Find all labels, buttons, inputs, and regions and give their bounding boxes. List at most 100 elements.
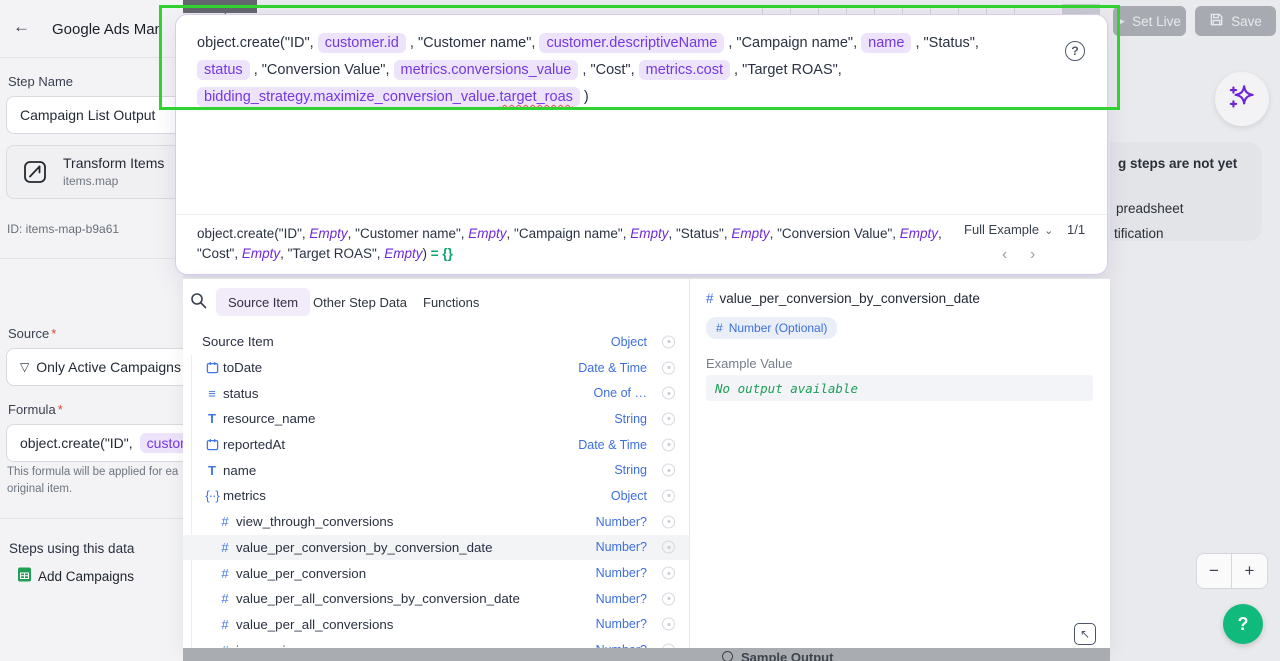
info-icon[interactable] bbox=[662, 412, 675, 425]
tree-row-impressions[interactable]: #impressionsNumber? bbox=[183, 637, 689, 648]
chevron-down-icon: ⌄ bbox=[1044, 225, 1053, 237]
hash-icon: # bbox=[217, 540, 233, 555]
expand-button[interactable]: ↖ bbox=[1074, 623, 1096, 645]
tree-row-name[interactable]: TnameString bbox=[183, 457, 689, 483]
info-icon[interactable] bbox=[662, 592, 675, 605]
tree-row-todate[interactable]: toDateDate & Time bbox=[183, 355, 689, 381]
code-text: "Cost", bbox=[197, 246, 242, 261]
field-type: Number? bbox=[596, 540, 647, 554]
set-live-button[interactable]: ▶ Set Live bbox=[1113, 6, 1186, 36]
warning-card-line: tification bbox=[1114, 226, 1164, 241]
text-icon: T bbox=[204, 463, 220, 478]
expand-icon: ↖ bbox=[1080, 627, 1090, 641]
field-type: Date & Time bbox=[578, 361, 647, 375]
tree-row-resource-name[interactable]: Tresource_nameString bbox=[183, 406, 689, 432]
data-tree: Source ItemObjecttoDateDate & Time≡statu… bbox=[183, 329, 689, 648]
empty-value: Empty bbox=[630, 226, 668, 241]
app-canvas: her ▶ Set Live Save ← Google Ads Man Ste… bbox=[0, 0, 1280, 661]
sample-output-icon bbox=[722, 651, 733, 661]
calendar-icon bbox=[204, 438, 220, 451]
transform-icon bbox=[22, 159, 48, 185]
save-button[interactable]: Save bbox=[1195, 6, 1276, 36]
info-icon[interactable] bbox=[662, 567, 675, 580]
tab-functions[interactable]: Functions bbox=[423, 288, 479, 316]
empty-value: Empty bbox=[468, 226, 506, 241]
formula-label: Formula* bbox=[8, 402, 63, 417]
calendar-icon bbox=[204, 361, 220, 374]
empty-value: Empty bbox=[309, 226, 347, 241]
next-example-button[interactable]: › bbox=[1030, 246, 1035, 264]
list-icon: ≡ bbox=[204, 386, 220, 401]
back-button[interactable]: ← bbox=[13, 17, 30, 37]
tab-source-item[interactable]: Source Item bbox=[216, 288, 310, 316]
field-name: view_through_conversions bbox=[236, 514, 393, 529]
step-name-label: Step Name bbox=[8, 74, 73, 89]
info-icon[interactable] bbox=[662, 541, 675, 554]
spreadsheet-icon bbox=[17, 567, 32, 585]
field-name: name bbox=[223, 463, 256, 478]
formula-note: This formula will be applied for ea bbox=[7, 466, 178, 478]
tree-row-source-item[interactable]: Source ItemObject bbox=[183, 329, 689, 355]
empty-value: Empty bbox=[731, 226, 769, 241]
field-type: Number? bbox=[596, 515, 647, 529]
tree-row-view-through-conversions[interactable]: #view_through_conversions Number? bbox=[183, 509, 689, 535]
empty-value: Empty bbox=[384, 246, 422, 261]
formula-input-preview[interactable]: object.create("ID", customer.id bbox=[6, 424, 200, 462]
linked-step-add-campaigns[interactable]: Add Campaigns bbox=[17, 567, 134, 585]
tree-row-status[interactable]: ≡statusOne of … bbox=[183, 380, 689, 406]
info-icon[interactable] bbox=[662, 515, 675, 528]
info-icon[interactable] bbox=[662, 387, 675, 400]
example-value-box: No output available bbox=[706, 375, 1093, 401]
warning-card-line: g steps are not yet bbox=[1118, 156, 1237, 171]
step-type-card[interactable]: Transform Items items.map bbox=[6, 145, 200, 199]
example-page-indicator: 1/1 bbox=[1067, 222, 1085, 237]
zoom-in-button[interactable]: + bbox=[1232, 554, 1267, 588]
warning-card-line: preadsheet bbox=[1116, 201, 1184, 216]
formula-preview-zone: object.create("ID", Empty, "Customer nam… bbox=[176, 214, 1107, 274]
hash-icon: # bbox=[217, 591, 233, 606]
tab-other-step-data[interactable]: Other Step Data bbox=[313, 288, 407, 316]
field-type: One of … bbox=[594, 386, 648, 400]
filter-icon: ▽ bbox=[20, 360, 29, 374]
field-name: reportedAt bbox=[223, 437, 285, 452]
code-text: , "Campaign name", bbox=[507, 226, 631, 241]
data-explorer-panel: Source Item Other Step Data Functions So… bbox=[183, 279, 690, 648]
prev-example-button[interactable]: ‹ bbox=[1002, 246, 1007, 264]
sample-output-bar[interactable]: Sample Output bbox=[183, 648, 1110, 661]
code-text: object.create("ID", bbox=[197, 226, 309, 241]
tree-row-value-per-conversion-by-conversion-date[interactable]: #value_per_conversion_by_conversion_date… bbox=[183, 535, 689, 561]
data-browser: Source Item Other Step Data Functions So… bbox=[183, 278, 1110, 648]
source-select[interactable]: ▽ Only Active Campaigns bbox=[6, 348, 200, 386]
tree-row-value-per-all-conversions[interactable]: #value_per_all_conversionsNumber? bbox=[183, 612, 689, 638]
info-icon[interactable] bbox=[662, 618, 675, 631]
info-icon[interactable] bbox=[662, 335, 675, 348]
example-value-label: Example Value bbox=[706, 356, 792, 371]
tree-row-value-per-all-conversions-by-conversion-date[interactable]: #value_per_all_conversions_by_conversion… bbox=[183, 586, 689, 612]
info-icon[interactable] bbox=[662, 361, 675, 374]
field-name: value_per_all_conversions_by_conversion_… bbox=[236, 591, 520, 606]
field-type: Number? bbox=[596, 592, 647, 606]
field-name: value_per_conversion bbox=[236, 566, 366, 581]
field-title: # value_per_conversion_by_conversion_dat… bbox=[706, 291, 980, 306]
help-button[interactable]: ? bbox=[1223, 604, 1263, 644]
empty-value: Empty bbox=[900, 226, 938, 241]
code-text: , "Status", bbox=[668, 226, 731, 241]
full-example-dropdown[interactable]: Full Example⌄ bbox=[964, 222, 1053, 237]
search-icon[interactable] bbox=[190, 292, 207, 309]
text-icon: T bbox=[204, 411, 220, 426]
code-text: , "Customer name", bbox=[348, 226, 469, 241]
info-icon[interactable] bbox=[662, 489, 675, 502]
info-icon[interactable] bbox=[662, 464, 675, 477]
ai-assistant-button[interactable] bbox=[1215, 72, 1269, 126]
save-icon bbox=[1209, 12, 1224, 30]
field-name: value_per_all_conversions bbox=[236, 617, 393, 632]
tree-row-reportedat[interactable]: reportedAtDate & Time bbox=[183, 432, 689, 458]
tree-row-value-per-conversion[interactable]: #value_per_conversionNumber? bbox=[183, 560, 689, 586]
tree-row-metrics[interactable]: {··}metricsObject bbox=[183, 483, 689, 509]
hash-icon: # bbox=[217, 514, 233, 529]
info-icon[interactable] bbox=[662, 438, 675, 451]
zoom-out-button[interactable]: − bbox=[1197, 554, 1232, 588]
code-line: "Cost", Empty, "Target ROAS", Empty) = {… bbox=[197, 244, 955, 264]
hash-icon: # bbox=[217, 566, 233, 581]
zoom-controls: − + bbox=[1196, 553, 1268, 589]
